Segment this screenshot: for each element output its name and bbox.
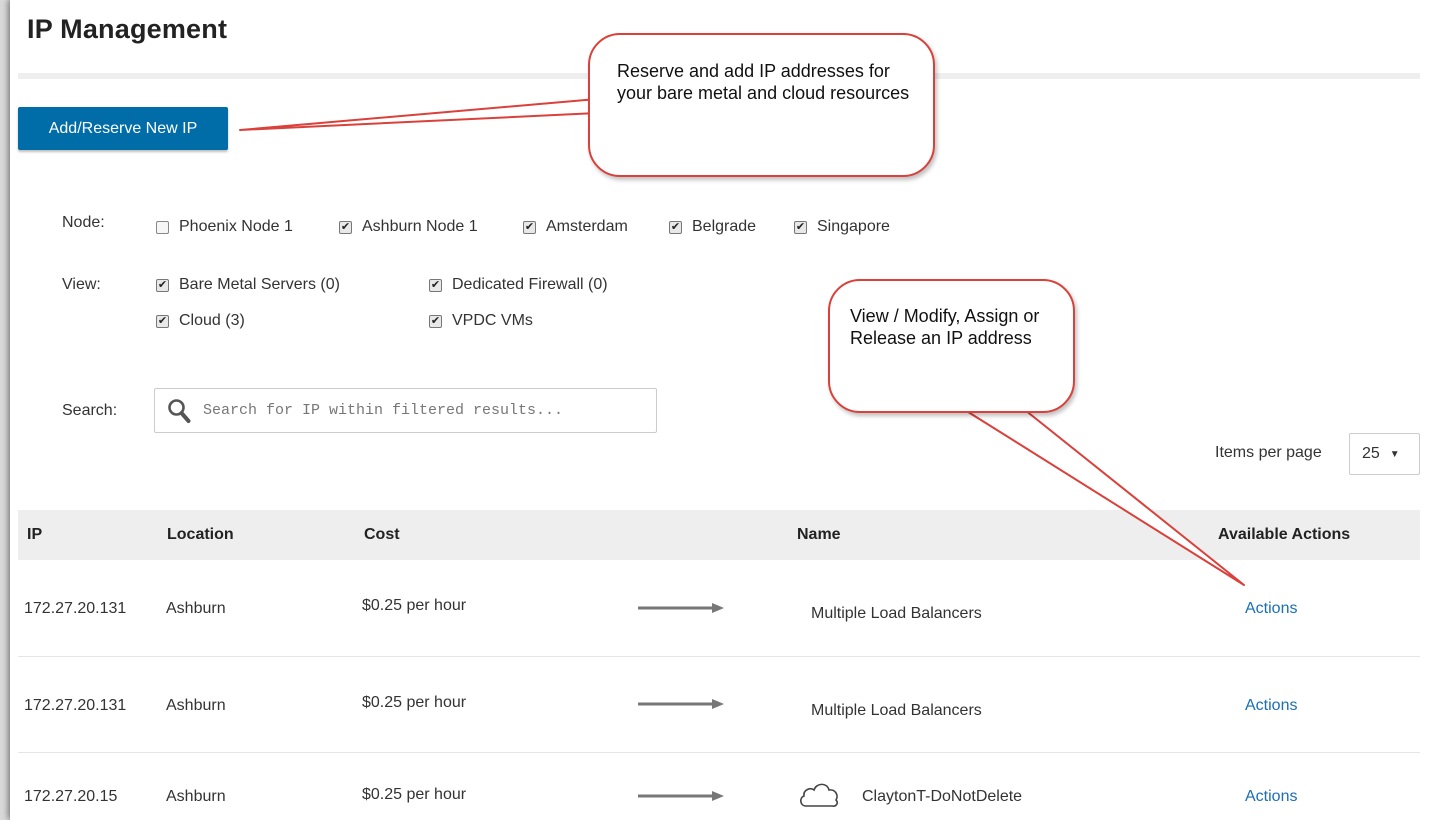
- checkbox-checked-icon[interactable]: ✔: [669, 220, 682, 234]
- callout-actions: View / Modify, Assign or Release an IP a…: [828, 279, 1075, 413]
- node-checkbox-ashburn[interactable]: ✔ Ashburn Node 1: [339, 218, 478, 236]
- add-reserve-ip-button[interactable]: Add/Reserve New IP: [18, 107, 228, 150]
- location-cell: Ashburn: [166, 600, 226, 617]
- items-per-page-value: 25: [1362, 445, 1380, 462]
- actions-link[interactable]: Actions: [1245, 788, 1297, 806]
- search-icon: [167, 398, 191, 424]
- checkbox-checked-icon[interactable]: ✔: [794, 220, 807, 234]
- view-checkbox-bare-metal[interactable]: ✔ Bare Metal Servers (0): [156, 276, 340, 294]
- view-filter-label: View:: [62, 276, 101, 293]
- row-divider: [18, 752, 1420, 753]
- search-field[interactable]: [154, 388, 657, 433]
- ip-cell: 172.27.20.15: [24, 788, 118, 805]
- checkbox-checked-icon[interactable]: ✔: [429, 278, 442, 292]
- node-option-label: Phoenix Node 1: [179, 218, 293, 235]
- column-header-ip[interactable]: IP: [27, 526, 42, 544]
- callout-actions-text: View / Modify, Assign or Release an IP a…: [850, 306, 1040, 348]
- node-checkbox-phoenix[interactable]: Phoenix Node 1: [156, 218, 293, 236]
- checkbox-unchecked-icon[interactable]: [156, 220, 169, 234]
- items-per-page-select[interactable]: 25 ▼: [1349, 433, 1420, 475]
- checkbox-checked-icon[interactable]: ✔: [339, 220, 352, 234]
- location-cell: Ashburn: [166, 788, 226, 805]
- view-option-label: VPDC VMs: [452, 312, 533, 329]
- view-checkbox-cloud[interactable]: ✔ Cloud (3): [156, 312, 245, 330]
- dropdown-caret-icon: ▼: [1389, 448, 1400, 460]
- view-option-label: Bare Metal Servers (0): [179, 276, 340, 293]
- location-cell: Ashburn: [166, 697, 226, 714]
- node-option-label: Amsterdam: [546, 218, 628, 235]
- view-checkbox-dedicated-firewall[interactable]: ✔ Dedicated Firewall (0): [429, 276, 608, 294]
- search-label: Search:: [62, 402, 118, 419]
- node-option-label: Ashburn Node 1: [362, 218, 478, 235]
- column-header-cost[interactable]: Cost: [364, 526, 400, 544]
- ip-cell: 172.27.20.131: [24, 697, 127, 714]
- view-option-label: Dedicated Firewall (0): [452, 276, 608, 293]
- view-option-label: Cloud (3): [179, 312, 245, 329]
- checkbox-checked-icon[interactable]: ✔: [429, 314, 442, 328]
- search-input[interactable]: [201, 401, 645, 420]
- node-option-label: Singapore: [817, 218, 890, 235]
- column-header-actions: Available Actions: [1218, 526, 1351, 543]
- view-checkbox-vpdc-vms[interactable]: ✔ VPDC VMs: [429, 312, 533, 330]
- column-header-name[interactable]: Name: [797, 526, 841, 544]
- node-option-label: Belgrade: [692, 218, 757, 235]
- node-checkbox-belgrade[interactable]: ✔ Belgrade: [669, 218, 756, 236]
- checkbox-checked-icon[interactable]: ✔: [156, 278, 169, 292]
- node-filter-label: Node:: [62, 214, 105, 231]
- node-checkbox-singapore[interactable]: ✔ Singapore: [794, 218, 890, 236]
- name-cell: ClaytonT-DoNotDelete: [862, 788, 1023, 805]
- name-cell: Multiple Load Balancers: [811, 702, 982, 719]
- row-divider: [18, 656, 1420, 657]
- checkbox-checked-icon[interactable]: ✔: [156, 314, 169, 328]
- callout-reserve: Reserve and add IP addresses for your ba…: [588, 33, 935, 177]
- actions-link[interactable]: Actions: [1245, 697, 1297, 715]
- actions-link[interactable]: Actions: [1245, 600, 1297, 618]
- checkbox-checked-icon[interactable]: ✔: [523, 220, 536, 234]
- column-header-location[interactable]: Location: [167, 526, 234, 544]
- ip-cell: 172.27.20.131: [24, 600, 127, 617]
- callout-reserve-text: Reserve and add IP addresses for your ba…: [617, 61, 910, 103]
- cost-cell: $0.25 per hour: [362, 597, 467, 614]
- cost-cell: $0.25 per hour: [362, 694, 467, 711]
- name-cell: Multiple Load Balancers: [811, 605, 982, 622]
- items-per-page-label: Items per page: [1215, 444, 1322, 461]
- cost-cell: $0.25 per hour: [362, 786, 467, 803]
- node-checkbox-amsterdam[interactable]: ✔ Amsterdam: [523, 218, 628, 236]
- page-title: IP Management: [27, 14, 228, 44]
